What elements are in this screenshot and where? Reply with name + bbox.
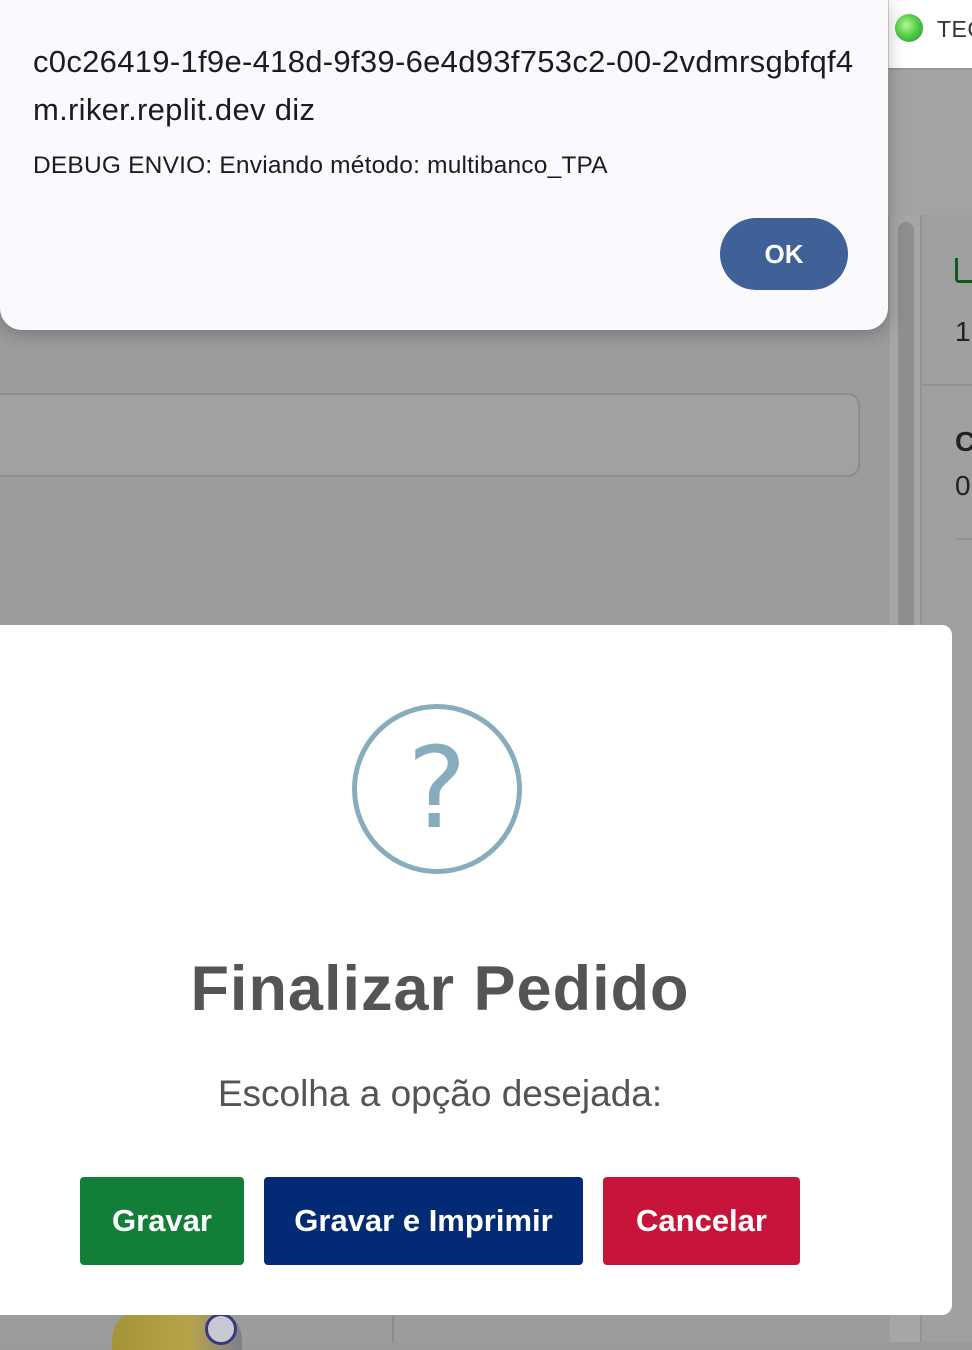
cancel-button[interactable]: Cancelar <box>603 1177 800 1265</box>
save-button[interactable]: Gravar <box>80 1177 244 1265</box>
alert-title: c0c26419-1f9e-418d-9f39-6e4d93f753c2-00-… <box>33 44 854 127</box>
save-and-print-button[interactable]: Gravar e Imprimir <box>264 1177 583 1265</box>
product-badge-icon <box>205 1313 237 1345</box>
divider <box>392 1316 394 1342</box>
cart-panel-heading: C <box>955 426 972 457</box>
cart-count: 1 <box>955 316 971 347</box>
alert-ok-button[interactable]: OK <box>720 218 848 290</box>
divider <box>920 384 972 386</box>
finalize-order-modal: ? Finalizar Pedido Escolha a opção desej… <box>0 625 952 1315</box>
cart-icon[interactable] <box>955 258 972 283</box>
cart-panel-value: 0, <box>955 470 972 501</box>
app-favicon-icon <box>895 14 923 42</box>
browser-tab[interactable]: TEC <box>888 0 972 68</box>
alert-message: DEBUG ENVIO: Enviando método: multibanco… <box>33 152 608 179</box>
browser-alert-dialog: c0c26419-1f9e-418d-9f39-6e4d93f753c2-00-… <box>0 0 888 330</box>
scrollbar-thumb[interactable] <box>898 222 914 642</box>
question-icon: ? <box>352 704 522 874</box>
modal-text: Escolha a opção desejada: <box>217 1073 663 1114</box>
modal-title: Finalizar Pedido <box>190 954 690 1024</box>
search-input[interactable] <box>0 393 860 477</box>
browser-tab-label: TEC <box>937 16 972 42</box>
divider <box>955 538 972 540</box>
